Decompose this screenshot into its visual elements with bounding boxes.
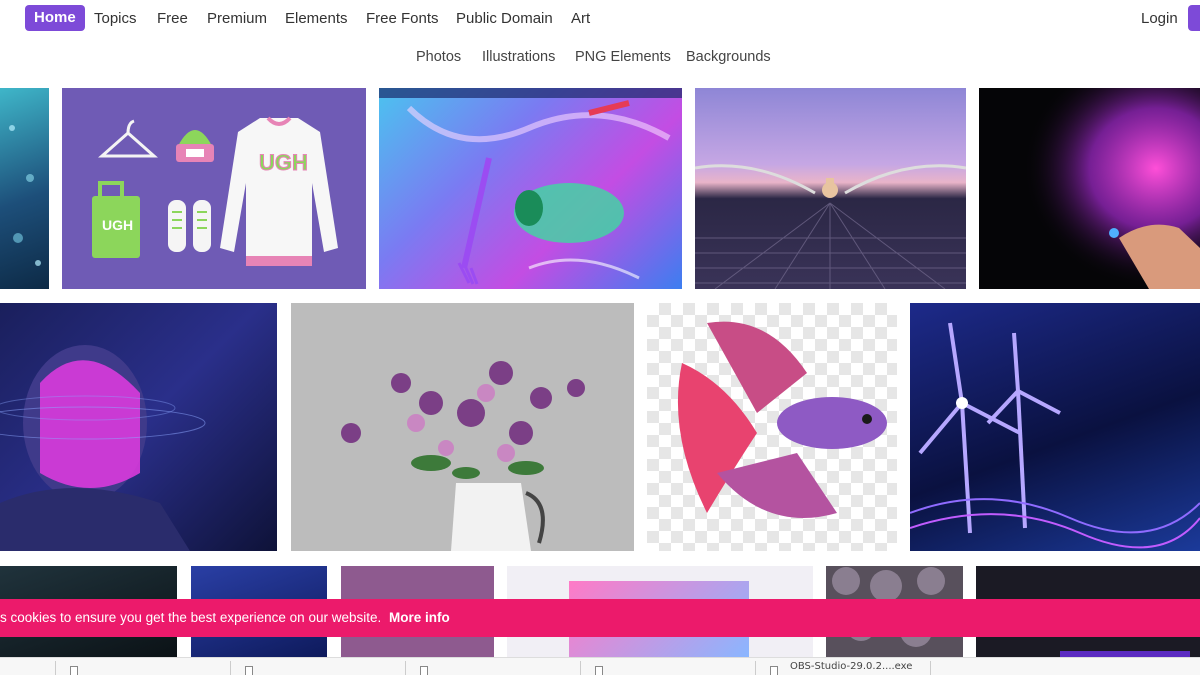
gallery-image-water-splash[interactable]	[0, 88, 49, 289]
nav-item-premium[interactable]: Premium	[207, 10, 267, 27]
gallery-image-holographic-face[interactable]	[0, 303, 277, 551]
cookie-text: s cookies to ensure you get the best exp…	[0, 610, 382, 625]
subnav-item-png-elements[interactable]: PNG Elements	[575, 49, 671, 65]
holographic-face-illustration	[0, 345, 206, 551]
file-icon[interactable]	[595, 666, 603, 675]
file-icon[interactable]	[70, 666, 78, 675]
download-separator	[930, 661, 931, 675]
gallery-image-betta-fish[interactable]	[647, 303, 897, 551]
subnav-item-photos[interactable]: Photos	[416, 49, 461, 65]
plastic-underwater-illustration	[379, 88, 682, 285]
cookie-banner: s cookies to ensure you get the best exp…	[0, 599, 1200, 637]
gallery-image-color-powder[interactable]	[979, 88, 1200, 289]
flower-vase-illustration	[341, 361, 585, 551]
gallery-image-plastic-underwater[interactable]	[379, 88, 682, 289]
download-separator	[755, 661, 756, 675]
betta-fish-illustration	[677, 321, 887, 518]
download-bar: OBS-Studio-29.0.2....exe	[0, 657, 1200, 675]
gallery-image-flower-vase[interactable]	[291, 303, 634, 551]
nav-home-button[interactable]: Home	[25, 5, 85, 31]
gallery-image-millennium-bridge[interactable]	[695, 88, 966, 289]
download-filename[interactable]: OBS-Studio-29.0.2....exe	[790, 661, 912, 672]
gallery-image-apparel-mockup[interactable]: UGH UGH	[62, 88, 366, 289]
file-icon[interactable]	[245, 666, 253, 675]
exe-file-icon[interactable]	[770, 666, 778, 675]
download-separator	[55, 661, 56, 675]
signup-button[interactable]	[1188, 5, 1200, 31]
color-powder-illustration	[979, 88, 1200, 289]
gallery-image-neon-wind-turbines[interactable]	[910, 303, 1200, 551]
nav-item-free[interactable]: Free	[157, 10, 188, 27]
nav-item-elements[interactable]: Elements	[285, 10, 348, 27]
login-link[interactable]: Login	[1141, 10, 1178, 27]
cookie-more-info-link[interactable]: More info	[389, 610, 450, 625]
bridge-illustration	[695, 164, 966, 289]
tote-text: UGH	[102, 217, 133, 233]
subnav-item-backgrounds[interactable]: Backgrounds	[686, 49, 771, 65]
neon-turbines-illustration	[910, 322, 1200, 549]
nav-item-public-domain[interactable]: Public Domain	[456, 10, 553, 27]
subnav-item-illustrations[interactable]: Illustrations	[482, 49, 555, 65]
download-separator	[405, 661, 406, 675]
nav-item-free-fonts[interactable]: Free Fonts	[366, 10, 439, 27]
file-icon[interactable]	[420, 666, 428, 675]
nav-item-art[interactable]: Art	[571, 10, 590, 27]
water-bubbles	[9, 125, 41, 266]
nav-item-topics[interactable]: Topics	[94, 10, 137, 27]
download-separator	[230, 661, 231, 675]
top-nav: Home Topics Free Premium Elements Free F…	[0, 0, 1200, 38]
sweater-text: UGH	[259, 150, 308, 175]
apparel-mockup-illustration: UGH UGH	[92, 116, 338, 266]
download-separator	[580, 661, 581, 675]
